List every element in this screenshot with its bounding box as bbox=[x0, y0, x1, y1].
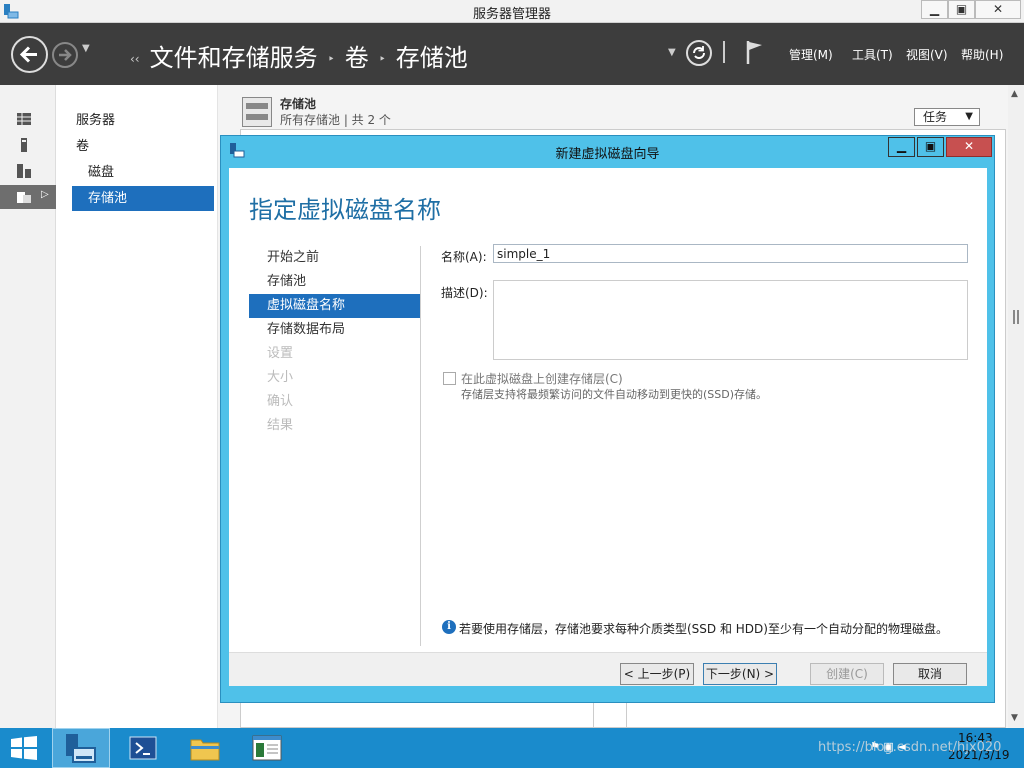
maximize-button[interactable]: ▣ bbox=[948, 0, 975, 19]
vertical-scrollbar[interactable]: ▲ ▼ bbox=[1008, 85, 1024, 728]
navigation-panel: 服务器 卷 磁盘 存储池 bbox=[56, 85, 218, 728]
step-size: 大小 bbox=[267, 370, 294, 385]
step-storage-pool[interactable]: 存储池 bbox=[249, 270, 420, 294]
breadcrumb-file-storage[interactable]: 文件和存储服务 bbox=[150, 44, 318, 72]
history-dropdown-icon[interactable]: ▼ bbox=[82, 43, 90, 54]
menu-view[interactable]: 视图(V) bbox=[906, 46, 948, 63]
close-button[interactable]: ✕ bbox=[975, 0, 1021, 19]
step-before-you-begin[interactable]: 开始之前 bbox=[249, 246, 420, 270]
dialog-maximize-button[interactable]: ▣ bbox=[917, 137, 944, 157]
storage-tiers-description: 存储层支持将最频繁访问的文件自动移动到更快的(SSD)存储。 bbox=[461, 388, 768, 401]
volumes-view-button[interactable] bbox=[0, 133, 56, 157]
volume-icon bbox=[21, 138, 27, 152]
wizard-steps: 开始之前 存储池 虚拟磁盘名称 存储数据布局 设置 大小 确认 结果 bbox=[249, 246, 420, 438]
description-label: 描述(D): bbox=[441, 286, 488, 300]
menu-help[interactable]: 帮助(H) bbox=[961, 46, 1003, 63]
steps-divider bbox=[420, 246, 421, 646]
window-app-icon bbox=[252, 735, 282, 761]
disks-icon bbox=[17, 164, 31, 178]
forward-button[interactable] bbox=[52, 42, 78, 68]
folder-icon bbox=[190, 739, 220, 761]
taskbar-powershell[interactable] bbox=[114, 728, 172, 768]
chevron-down-icon: ▼ bbox=[965, 111, 973, 122]
grid-servers-icon bbox=[17, 113, 31, 125]
header-divider bbox=[723, 41, 725, 63]
step-storage-layout[interactable]: 存储数据布局 bbox=[249, 318, 420, 342]
breadcrumb-separator-icon: ‣ bbox=[378, 52, 386, 66]
notifications-flag-icon[interactable] bbox=[745, 39, 765, 65]
tasks-dropdown[interactable]: 任务 ▼ bbox=[914, 108, 980, 126]
step-confirmation: 确认 bbox=[267, 394, 294, 409]
name-label: 名称(A): bbox=[441, 250, 487, 264]
tasks-label: 任务 bbox=[923, 110, 948, 124]
minimize-button[interactable]: ▁ bbox=[921, 0, 948, 19]
dialog-footer: < 上一步(P) 下一步(N) > 创建(C) 取消 bbox=[229, 652, 987, 686]
breadcrumb: ‹‹ 文件和存储服务 ‣ 卷 ‣ 存储池 bbox=[130, 38, 468, 73]
storage-pools-subtitle: 所有存储池 | 共 2 个 bbox=[280, 113, 391, 127]
back-button[interactable] bbox=[11, 36, 48, 73]
next-button[interactable]: 下一步(N) > bbox=[703, 663, 777, 685]
nav-item-volumes[interactable]: 卷 bbox=[72, 134, 214, 159]
breadcrumb-separator-icon: ‣ bbox=[327, 52, 335, 66]
scrollbar-grip[interactable] bbox=[1013, 310, 1019, 324]
nav-item-disks[interactable]: 磁盘 bbox=[72, 160, 214, 185]
step-provisioning: 设置 bbox=[267, 346, 294, 361]
dialog-minimize-button[interactable]: ▁ bbox=[888, 137, 915, 157]
storage-pool-icon bbox=[17, 192, 31, 203]
dialog-close-button[interactable]: ✕ bbox=[946, 137, 992, 157]
disks-view-button[interactable] bbox=[0, 159, 56, 183]
taskbar-file-explorer[interactable] bbox=[176, 728, 234, 768]
nav-item-servers[interactable]: 服务器 bbox=[72, 108, 214, 133]
previous-button[interactable]: < 上一步(P) bbox=[620, 663, 694, 685]
storage-pools-view-button[interactable]: ▷ bbox=[0, 185, 56, 209]
powershell-icon bbox=[129, 736, 157, 760]
create-storage-tiers-checkbox[interactable] bbox=[443, 372, 456, 385]
scroll-up-icon[interactable]: ▲ bbox=[1011, 89, 1018, 99]
server-manager-icon bbox=[66, 734, 96, 763]
header-bar: ▼ ‹‹ 文件和存储服务 ‣ 卷 ‣ 存储池 ▼ 管理(M) 工具(T) 视图(V) 帮助… bbox=[0, 23, 1024, 85]
step-results: 结果 bbox=[267, 418, 294, 433]
info-icon: i bbox=[442, 620, 456, 634]
refresh-button[interactable] bbox=[686, 40, 712, 66]
taskbar-app-window[interactable] bbox=[238, 728, 296, 768]
servers-view-button[interactable] bbox=[0, 107, 56, 131]
window-title-bar: 服务器管理器 ▁ ▣ ✕ bbox=[0, 0, 1024, 23]
refresh-icon bbox=[693, 46, 705, 59]
name-input[interactable] bbox=[493, 244, 968, 263]
storage-pool-header-icon bbox=[242, 97, 272, 127]
breadcrumb-dropdown-icon[interactable]: ▼ bbox=[668, 47, 676, 58]
wizard-page-heading: 指定虚拟磁盘名称 bbox=[249, 196, 441, 224]
storage-pools-title: 存储池 bbox=[280, 97, 317, 111]
window-title: 服务器管理器 bbox=[472, 7, 551, 22]
storage-tier-info-text: 若要使用存储层，存储池要求每种介质类型(SSD 和 HDD)至少有一个自动分配的… bbox=[459, 622, 948, 636]
cancel-button[interactable]: 取消 bbox=[893, 663, 967, 685]
left-icon-strip: ▷ bbox=[0, 85, 56, 728]
create-button: 创建(C) bbox=[810, 663, 884, 685]
description-input[interactable] bbox=[493, 280, 968, 360]
taskbar-server-manager[interactable] bbox=[52, 728, 110, 768]
expand-chevron-icon[interactable]: ▷ bbox=[41, 189, 49, 200]
new-virtual-disk-wizard: 新建虚拟磁盘向导 ▁ ▣ ✕ 指定虚拟磁盘名称 开始之前 存储池 虚拟磁盘名称 … bbox=[220, 135, 995, 703]
windows-start-icon[interactable] bbox=[10, 736, 38, 760]
watermark-text: https://blog.csdn.net/hjx020 bbox=[818, 740, 1002, 755]
breadcrumb-storage-pools[interactable]: 存储池 bbox=[396, 44, 468, 72]
back-arrow-icon bbox=[19, 46, 37, 63]
create-storage-tiers-label[interactable]: 在此虚拟磁盘上创建存储层(C) bbox=[461, 370, 623, 387]
menu-tools[interactable]: 工具(T) bbox=[852, 46, 893, 63]
menu-manage[interactable]: 管理(M) bbox=[789, 46, 833, 63]
forward-arrow-icon bbox=[59, 49, 72, 61]
nav-item-storage-pools[interactable]: 存储池 bbox=[72, 186, 214, 211]
scroll-down-icon[interactable]: ▼ bbox=[1011, 713, 1018, 723]
breadcrumb-back-chevron-icon[interactable]: ‹‹ bbox=[130, 52, 140, 66]
dialog-title: 新建虚拟磁盘向导 bbox=[555, 147, 660, 162]
breadcrumb-volumes[interactable]: 卷 bbox=[345, 44, 369, 72]
step-virtual-disk-name[interactable]: 虚拟磁盘名称 bbox=[249, 294, 420, 318]
dialog-body: 指定虚拟磁盘名称 开始之前 存储池 虚拟磁盘名称 存储数据布局 设置 大小 确认… bbox=[229, 168, 987, 686]
